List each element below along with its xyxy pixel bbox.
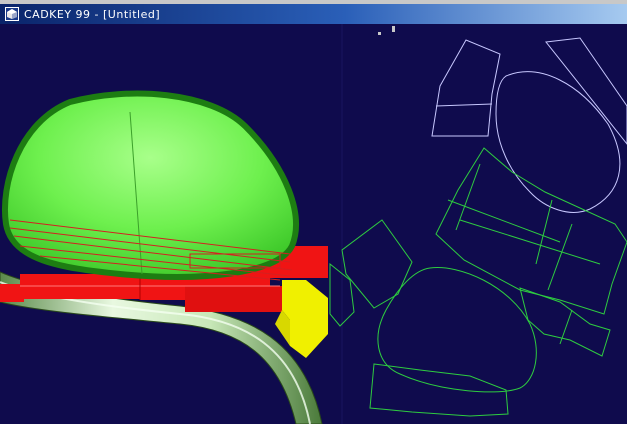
title-bar[interactable]: CADKEY 99 - [Untitled] [0,4,627,24]
yellow-solid [275,280,328,358]
green-solid [2,90,299,281]
view-marker [378,32,381,35]
wireframe-green [329,147,627,417]
window-title: CADKEY 99 - [Untitled] [24,7,161,21]
view-marker [392,26,395,32]
cadkey-app-icon[interactable] [5,7,19,21]
cad-viewport[interactable] [0,24,627,424]
wireframe-white [431,37,627,213]
